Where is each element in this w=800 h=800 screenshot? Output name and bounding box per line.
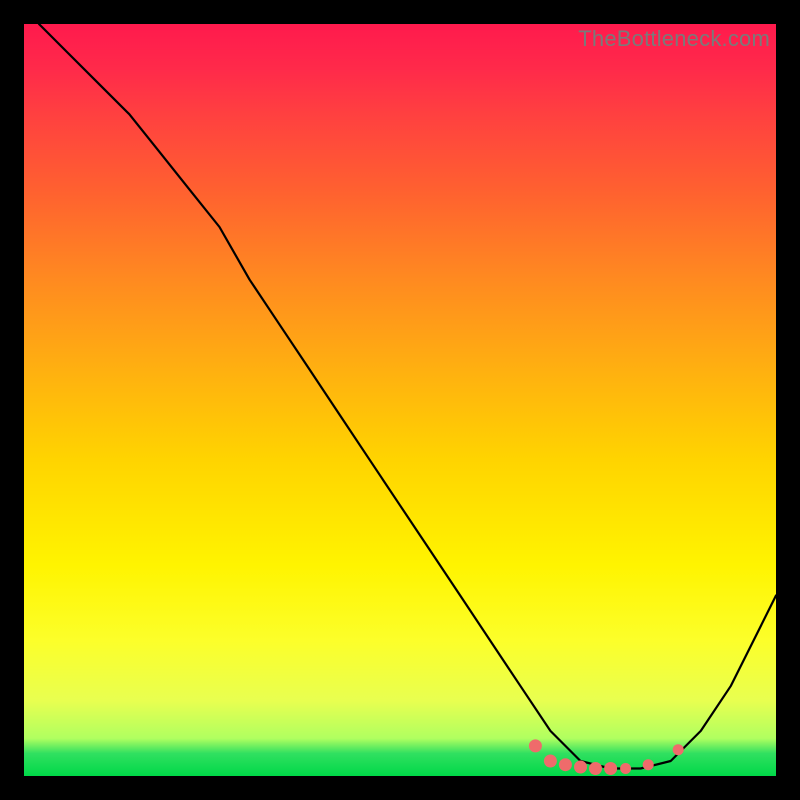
- chart-svg: [24, 24, 776, 776]
- highlight-marker: [604, 762, 617, 775]
- highlight-marker: [529, 739, 542, 752]
- highlight-marker: [544, 755, 557, 768]
- highlight-marker: [574, 761, 587, 774]
- highlight-marker-group: [529, 739, 684, 775]
- highlight-marker: [589, 762, 602, 775]
- chart-frame: TheBottleneck.com: [24, 24, 776, 776]
- highlight-marker: [620, 763, 631, 774]
- bottleneck-curve-line: [39, 24, 776, 769]
- highlight-marker: [559, 758, 572, 771]
- highlight-marker: [673, 744, 684, 755]
- highlight-marker: [643, 759, 654, 770]
